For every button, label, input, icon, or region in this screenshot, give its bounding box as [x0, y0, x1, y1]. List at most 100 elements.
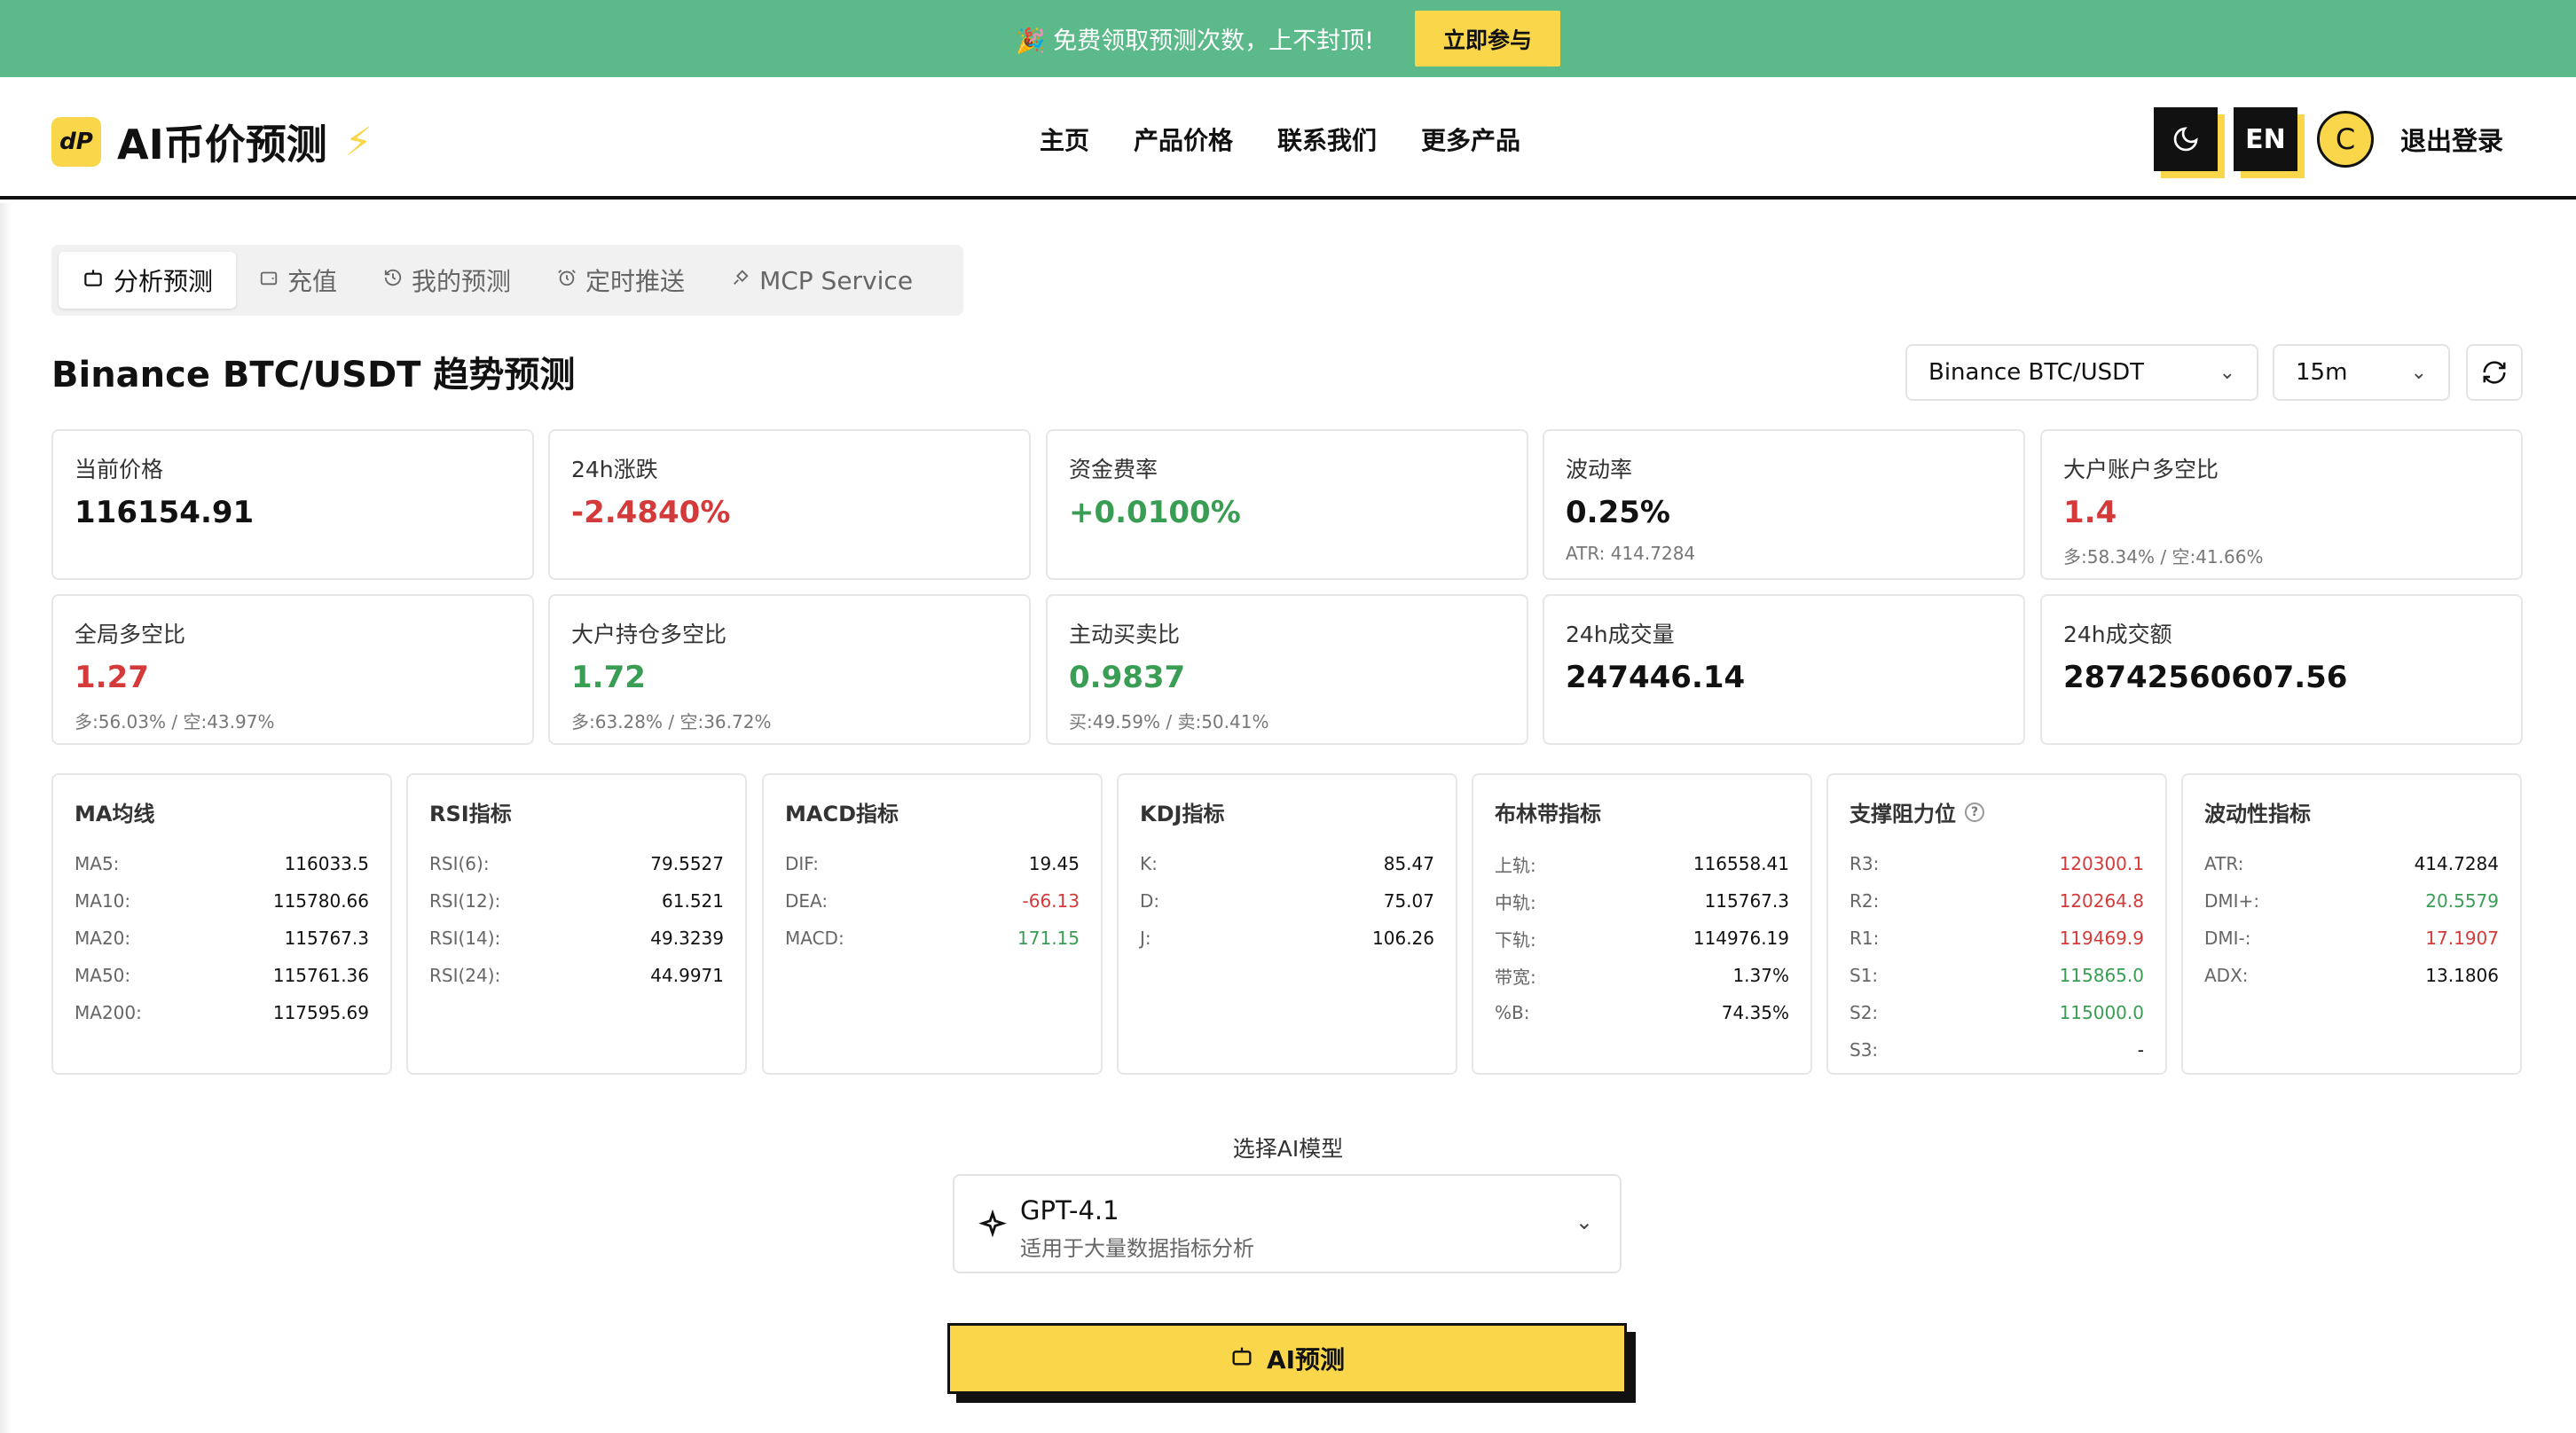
- indicator-value: 115761.36: [272, 965, 369, 986]
- site-title: AI币价预测: [117, 121, 327, 168]
- indicator-row: MA200: 117595.69: [75, 994, 369, 1031]
- stat-value: 28742560607.56: [2063, 660, 2348, 695]
- indicator-card: MA均线 MA5: 116033.5 MA10: 115780.66 MA20: 11576…: [51, 773, 392, 1075]
- indicator-key: RSI(6):: [429, 853, 490, 874]
- stat-card: 24h成交额 28742560607.56: [2040, 594, 2523, 745]
- indicator-row: MACD: 171.15: [785, 920, 1080, 957]
- model-select[interactable]: GPT-4.1 适用于大量数据指标分析 ⌄: [953, 1174, 1622, 1273]
- stat-label: 主动买卖比: [1069, 622, 1181, 647]
- stat-subtext: 多:63.28% / 空:36.72%: [571, 711, 772, 732]
- tab-recharge[interactable]: 充值: [236, 252, 360, 309]
- theme-toggle-button[interactable]: [2153, 107, 2218, 171]
- indicator-card: KDJ指标 K: 85.47 D: 75.07 J: 106.26: [1117, 773, 1457, 1075]
- tab-bar: 分析预测 充值 我的预测 定时推送 MCP Service: [51, 245, 963, 316]
- tab-label: 我的预测: [412, 267, 512, 296]
- join-now-button[interactable]: 立即参与: [1415, 11, 1561, 67]
- indicator-key: J:: [1140, 928, 1151, 949]
- indicator-key: MA20:: [75, 928, 131, 949]
- tab-label: 定时推送: [585, 267, 686, 296]
- stat-card: 大户账户多空比 1.4 多:58.34% / 空:41.66%: [2040, 429, 2523, 580]
- indicator-title-text: 波动性指标: [2204, 802, 2311, 826]
- indicator-row: DEA: -66.13: [785, 882, 1080, 920]
- tab-mcp-service[interactable]: MCP Service: [708, 252, 936, 309]
- indicator-title-text: KDJ指标: [1140, 802, 1225, 826]
- chevron-down-icon: ⌄: [2410, 361, 2427, 384]
- indicator-key: MA5:: [75, 853, 120, 874]
- indicator-key: MA10:: [75, 890, 131, 912]
- stat-card: 全局多空比 1.27 多:56.03% / 空:43.97%: [51, 594, 534, 745]
- nav-more-products[interactable]: 更多产品: [1421, 121, 1520, 157]
- logout-link[interactable]: 退出登录: [2400, 121, 2503, 158]
- stat-card: 波动率 0.25% ATR: 414.7284: [1543, 429, 2025, 580]
- indicator-key: MA200:: [75, 1002, 142, 1023]
- indicator-card: 布林带指标 上轨: 116558.41 中轨: 115767.3 下轨: 114976.19…: [1472, 773, 1812, 1075]
- moon-icon: [2173, 127, 2198, 152]
- avatar[interactable]: C: [2316, 111, 2374, 168]
- pair-select[interactable]: Binance BTC/USDT ⌄: [1905, 344, 2258, 401]
- indicator-value: 171.15: [1017, 928, 1080, 949]
- indicator-row: D: 75.07: [1140, 882, 1434, 920]
- nav-pricing[interactable]: 产品价格: [1134, 121, 1233, 157]
- stat-subtext: ATR: 414.7284: [1566, 543, 1696, 564]
- nav-contact[interactable]: 联系我们: [1277, 121, 1377, 157]
- indicator-title: RSI指标: [429, 796, 724, 827]
- robot-icon: [1229, 1343, 1254, 1374]
- indicator-value: 106.26: [1372, 928, 1434, 949]
- indicator-row: %B: 74.35%: [1495, 994, 1789, 1031]
- interval-select[interactable]: 15m ⌄: [2273, 344, 2450, 401]
- language-button[interactable]: EN: [2233, 107, 2297, 171]
- indicator-title-text: RSI指标: [429, 802, 512, 826]
- logo[interactable]: dP AI币价预测 ⚡: [51, 113, 373, 171]
- indicator-row: ATR: 414.7284: [2204, 845, 2499, 882]
- tab-label: 充值: [287, 267, 338, 296]
- stat-value: 0.25%: [1566, 495, 1670, 530]
- indicator-key: DMI+:: [2204, 890, 2260, 912]
- indicator-value: 414.7284: [2414, 853, 2499, 874]
- predict-button-label: AI预测: [1266, 1345, 1346, 1374]
- indicator-row: RSI(6): 79.5527: [429, 845, 724, 882]
- indicator-value: 116558.41: [1692, 853, 1789, 874]
- tab-scheduled-push[interactable]: 定时推送: [534, 252, 708, 309]
- indicator-value: 85.47: [1383, 853, 1434, 874]
- stat-value: 116154.91: [75, 495, 255, 530]
- stat-value: -2.4840%: [571, 495, 731, 530]
- nav-home[interactable]: 主页: [1040, 121, 1089, 157]
- chevron-down-icon: ⌄: [2219, 361, 2235, 384]
- indicator-title-text: 布林带指标: [1495, 802, 1601, 826]
- help-icon[interactable]: ?: [1965, 802, 1984, 822]
- indicator-title: 布林带指标: [1495, 796, 1789, 827]
- interval-select-value: 15m: [2296, 359, 2348, 386]
- stat-label: 大户账户多空比: [2063, 457, 2219, 482]
- indicator-row: R1: 119469.9: [1850, 920, 2144, 957]
- indicator-value: 114976.19: [1692, 928, 1789, 949]
- indicator-value: 44.9971: [650, 965, 724, 986]
- indicator-row: J: 106.26: [1140, 920, 1434, 957]
- indicator-value: 115000.0: [2059, 1002, 2144, 1023]
- indicator-value: 115865.0: [2059, 965, 2144, 986]
- refresh-button[interactable]: [2466, 344, 2523, 401]
- indicator-key: K:: [1140, 853, 1158, 874]
- indicator-key: 上轨:: [1495, 854, 1536, 876]
- alarm-icon: [557, 268, 577, 293]
- stat-label: 24h涨跌: [571, 457, 658, 482]
- indicator-row: S2: 115000.0: [1850, 994, 2144, 1031]
- tab-analysis[interactable]: 分析预测: [59, 252, 237, 309]
- stat-value: 0.9837: [1069, 660, 1186, 695]
- indicator-value: 119469.9: [2059, 928, 2144, 949]
- indicator-value: 17.1907: [2425, 928, 2499, 949]
- logo-mark: dP: [51, 117, 101, 167]
- indicator-row: RSI(24): 44.9971: [429, 957, 724, 994]
- indicator-row: DMI-: 17.1907: [2204, 920, 2499, 957]
- promo-banner: 🎉 免费领取预测次数，上不封顶! 立即参与: [0, 0, 2576, 77]
- ai-predict-button[interactable]: AI预测: [947, 1323, 1627, 1394]
- indicator-row: RSI(12): 61.521: [429, 882, 724, 920]
- indicator-row: MA5: 116033.5: [75, 845, 369, 882]
- tab-my-predictions[interactable]: 我的预测: [360, 252, 534, 309]
- wallet-icon: [259, 268, 279, 293]
- indicator-key: S3:: [1850, 1039, 1879, 1061]
- tab-label: 分析预测: [114, 267, 214, 296]
- indicator-key: S2:: [1850, 1002, 1879, 1023]
- stat-subtext: 多:58.34% / 空:41.66%: [2063, 546, 2264, 568]
- stat-label: 波动率: [1566, 457, 1633, 482]
- indicator-value: 49.3239: [650, 928, 724, 949]
